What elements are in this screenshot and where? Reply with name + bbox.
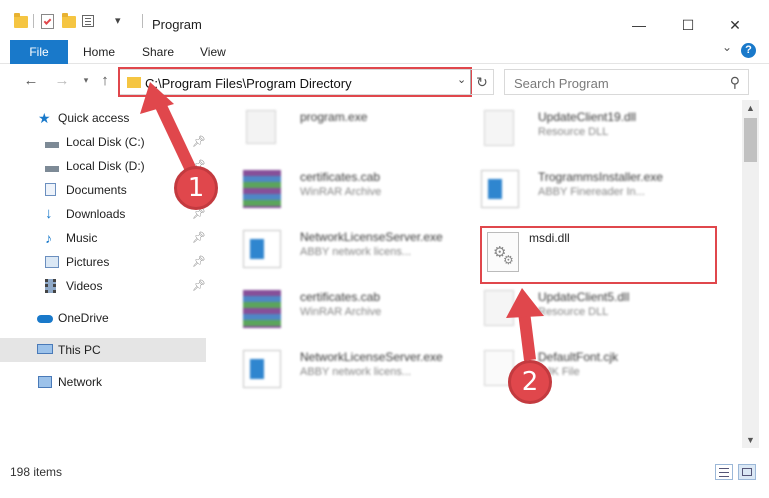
annotation-arrows [140, 82, 544, 361]
step-2-badge: 2 [508, 360, 552, 404]
arrow-2 [518, 311, 536, 361]
arrow-2-head [506, 288, 544, 318]
arrow-1 [154, 101, 198, 175]
step-1-badge: 1 [174, 166, 218, 210]
